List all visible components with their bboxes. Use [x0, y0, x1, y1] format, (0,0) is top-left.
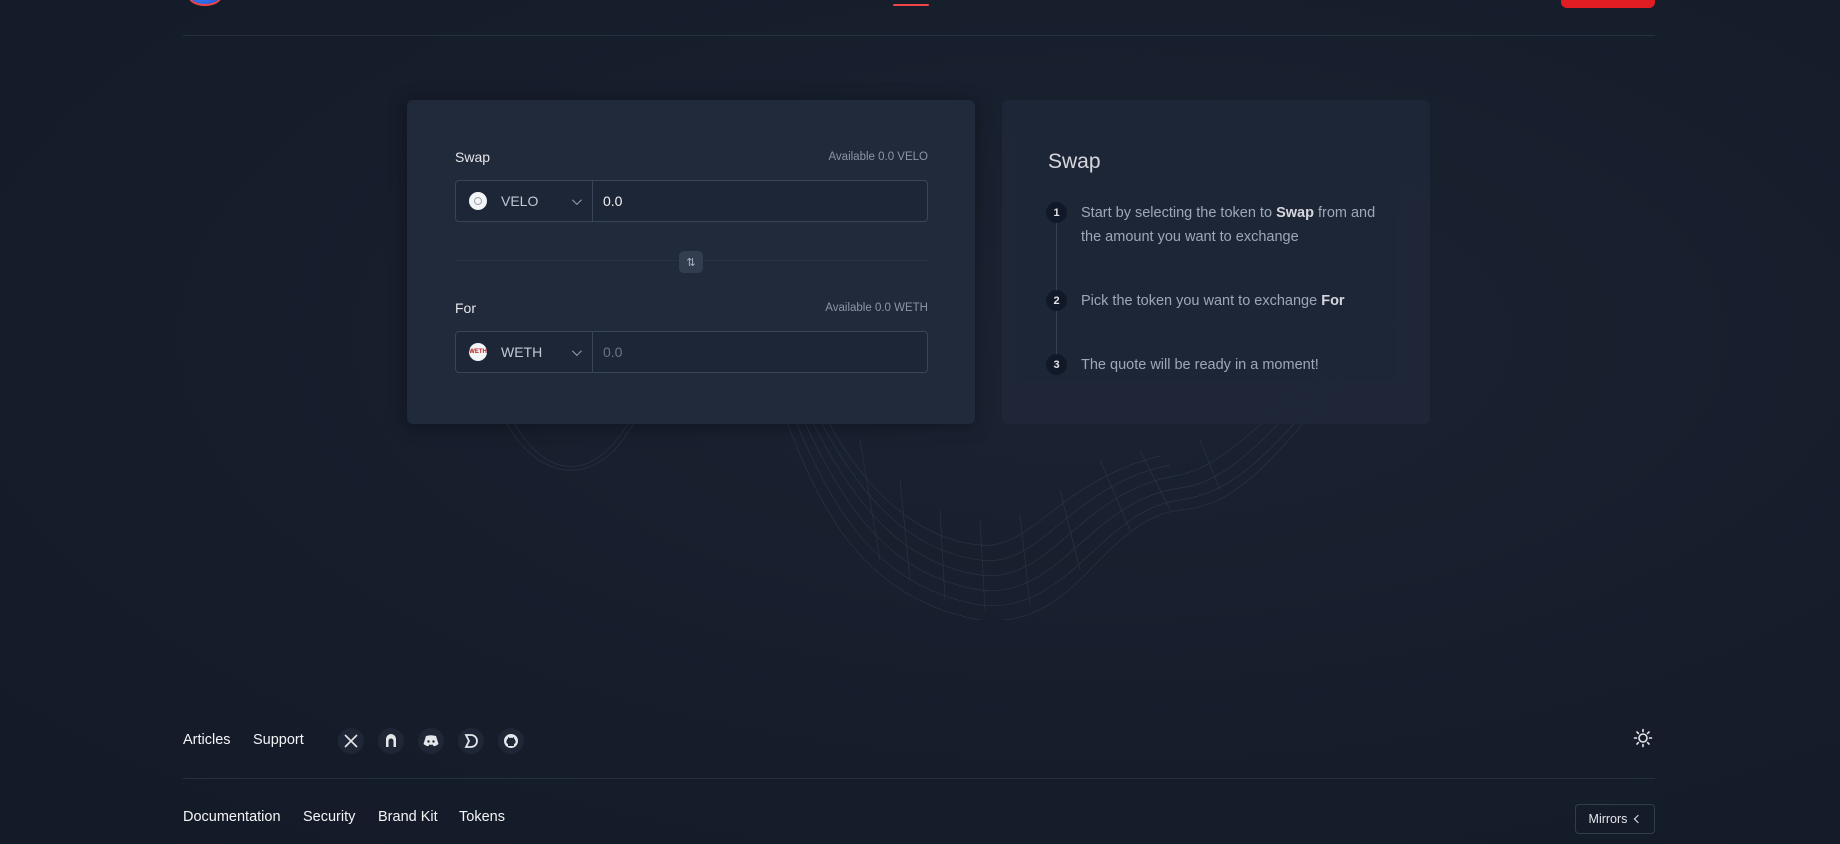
- to-token-select[interactable]: WETH WETH: [456, 332, 593, 372]
- active-nav-indicator: [893, 4, 929, 6]
- footer-link-support[interactable]: Support: [253, 732, 304, 748]
- footer-link-security[interactable]: Security: [303, 809, 355, 825]
- to-token-name: WETH: [501, 344, 543, 360]
- page: Swap Available 0.0 VELO VELO ⇅ For Avail…: [0, 0, 1840, 844]
- chevron-down-icon: [571, 345, 582, 356]
- velo-token-icon: [469, 192, 487, 210]
- step-text: Pick the token you want to exchange For: [1081, 293, 1345, 309]
- swap-to-label: For: [455, 300, 476, 316]
- from-available-balance: Available 0.0 VELO: [828, 151, 928, 163]
- mirrors-button[interactable]: Mirrors: [1575, 804, 1655, 834]
- github-icon[interactable]: [498, 728, 524, 754]
- footer-link-documentation[interactable]: Documentation: [183, 809, 281, 825]
- footer-link-tokens[interactable]: Tokens: [459, 809, 505, 825]
- swap-instructions-card: Swap 1 Start by selecting the token to S…: [1002, 100, 1430, 424]
- top-navigation: [183, 0, 1655, 36]
- mirrors-label: Mirrors: [1588, 812, 1628, 826]
- swap-arrows-icon: ⇅: [686, 256, 696, 269]
- x-icon[interactable]: [338, 728, 364, 754]
- footer-bottom-row: Documentation Security Brand Kit Tokens …: [183, 796, 1655, 836]
- footer-divider: [183, 778, 1655, 779]
- to-token-field: WETH WETH: [455, 331, 928, 373]
- step-number: 1: [1046, 202, 1067, 223]
- step-text: Start by selecting the token to Swap fro…: [1081, 205, 1376, 245]
- step-text: The quote will be ready in a moment!: [1081, 357, 1319, 373]
- step-number: 3: [1046, 354, 1067, 375]
- swap-from-label: Swap: [455, 149, 491, 165]
- discord-icon[interactable]: [418, 728, 444, 754]
- from-amount-input[interactable]: [593, 181, 927, 221]
- swap-direction-button[interactable]: ⇅: [679, 251, 703, 273]
- weth-token-icon: WETH: [469, 343, 487, 361]
- step-number: 2: [1046, 290, 1067, 311]
- mirror-icon[interactable]: [378, 728, 404, 754]
- footer-link-articles[interactable]: Articles: [183, 732, 231, 748]
- to-amount-input[interactable]: [593, 332, 927, 372]
- chevron-left-icon: [1634, 814, 1643, 824]
- app-logo-icon[interactable]: [188, 0, 222, 6]
- theme-toggle-sun-icon[interactable]: [1631, 726, 1655, 750]
- from-token-select[interactable]: VELO: [456, 181, 593, 221]
- from-token-field: VELO: [455, 180, 928, 222]
- instructions-title: Swap: [1048, 150, 1101, 173]
- footer-top-row: Articles Support: [183, 722, 1655, 758]
- swap-card: Swap Available 0.0 VELO VELO ⇅ For Avail…: [407, 100, 975, 424]
- to-available-balance: Available 0.0 WETH: [825, 302, 928, 314]
- footer-link-brand-kit[interactable]: Brand Kit: [378, 809, 438, 825]
- dune-icon[interactable]: [458, 728, 484, 754]
- connect-button[interactable]: [1561, 0, 1655, 8]
- chevron-down-icon: [571, 194, 582, 205]
- from-token-name: VELO: [501, 193, 539, 209]
